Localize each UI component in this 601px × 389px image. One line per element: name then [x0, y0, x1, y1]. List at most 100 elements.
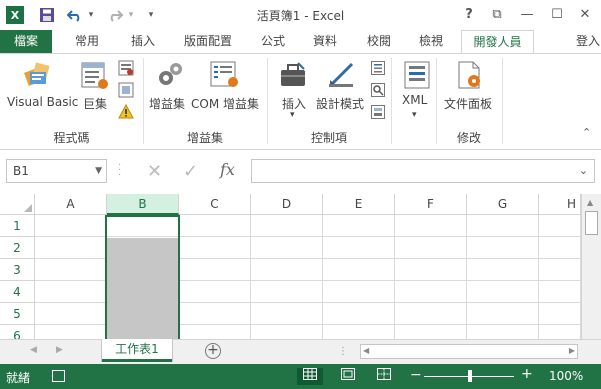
properties-icon[interactable]: [370, 60, 386, 79]
cell-g4[interactable]: [467, 281, 539, 303]
scroll-right-icon[interactable]: ▶: [569, 346, 575, 355]
row-header-3[interactable]: 3: [0, 259, 35, 281]
xml-icon[interactable]: [402, 60, 432, 93]
zoom-out-button[interactable]: −: [410, 367, 422, 383]
vertical-scroll-thumb[interactable]: [585, 211, 598, 235]
row-header-5[interactable]: 5: [0, 303, 35, 325]
scroll-up-icon[interactable]: ▲: [587, 198, 593, 207]
insert-controls-dropdown-icon[interactable]: ▾: [290, 110, 295, 120]
tab-view[interactable]: 檢視: [410, 30, 452, 54]
vertical-scrollbar[interactable]: ▲: [581, 194, 601, 339]
tab-file[interactable]: 檔案: [0, 30, 52, 54]
tab-review[interactable]: 校閱: [358, 30, 400, 54]
prev-sheet-icon[interactable]: ◀: [30, 345, 37, 355]
worksheet-grid[interactable]: A B C D E F G H 1 2 3 4 5 6 ▲: [0, 194, 601, 339]
column-header-b[interactable]: B: [107, 194, 179, 215]
tab-formulas[interactable]: 公式: [252, 30, 294, 54]
cell-g1[interactable]: [467, 215, 539, 237]
cell-g3[interactable]: [467, 259, 539, 281]
cell-c1[interactable]: [179, 215, 251, 237]
tab-page-layout[interactable]: 版面配置: [176, 30, 240, 54]
tab-split-handle[interactable]: ⋮: [338, 346, 348, 357]
column-header-e[interactable]: E: [323, 194, 395, 215]
relative-reference-icon[interactable]: [118, 82, 134, 101]
cell-c5[interactable]: [179, 303, 251, 325]
cell-h2[interactable]: [539, 237, 581, 259]
add-ins-icon[interactable]: [155, 60, 185, 93]
zoom-slider-thumb[interactable]: [468, 370, 472, 382]
sign-in-link[interactable]: 登入: [576, 30, 600, 52]
column-header-d[interactable]: D: [251, 194, 323, 215]
cell-a1[interactable]: [35, 215, 107, 237]
cell-g6[interactable]: [467, 325, 539, 339]
tab-home[interactable]: 常用: [66, 30, 108, 54]
design-mode-icon[interactable]: [326, 60, 356, 93]
cell-e1[interactable]: [323, 215, 395, 237]
design-mode-button[interactable]: 設計模式: [316, 95, 364, 112]
column-header-h[interactable]: H: [539, 194, 581, 215]
insert-function-icon[interactable]: fx: [220, 160, 235, 179]
close-button[interactable]: ✕: [574, 5, 596, 25]
record-macro-icon[interactable]: [118, 60, 134, 79]
document-panel-icon[interactable]: [454, 60, 484, 93]
page-break-view-button[interactable]: [371, 368, 397, 385]
cell-d3[interactable]: [251, 259, 323, 281]
row-header-4[interactable]: 4: [0, 281, 35, 303]
cell-d6[interactable]: [251, 325, 323, 339]
sheet-tab[interactable]: 工作表1: [102, 339, 172, 362]
horizontal-scrollbar[interactable]: ◀ ▶: [360, 344, 578, 359]
cell-a6[interactable]: [35, 325, 107, 339]
column-header-c[interactable]: C: [179, 194, 251, 215]
row-header-2[interactable]: 2: [0, 237, 35, 259]
column-header-g[interactable]: G: [467, 194, 539, 215]
zoom-level[interactable]: 100%: [549, 369, 583, 383]
cell-a4[interactable]: [35, 281, 107, 303]
add-ins-button[interactable]: 增益集: [149, 95, 185, 112]
run-dialog-icon[interactable]: [370, 104, 386, 123]
cell-e6[interactable]: [323, 325, 395, 339]
next-sheet-icon[interactable]: ▶: [56, 345, 63, 355]
page-layout-view-button[interactable]: [335, 368, 361, 385]
help-button[interactable]: ?: [458, 5, 480, 25]
tab-developer[interactable]: 開發人員: [461, 30, 534, 54]
cell-c6[interactable]: [179, 325, 251, 339]
cell-f2[interactable]: [395, 237, 467, 259]
select-all-button[interactable]: [0, 194, 35, 215]
cell-d5[interactable]: [251, 303, 323, 325]
com-add-ins-icon[interactable]: [209, 60, 241, 93]
cell-h1[interactable]: [539, 215, 581, 237]
maximize-button[interactable]: ☐: [546, 5, 568, 25]
cell-d4[interactable]: [251, 281, 323, 303]
cancel-icon[interactable]: ✕: [147, 161, 162, 182]
toolbox-icon[interactable]: [278, 60, 308, 93]
macro-security-icon[interactable]: [118, 103, 134, 123]
macros-icon[interactable]: [79, 60, 109, 93]
cell-d1[interactable]: [251, 215, 323, 237]
cell-a2[interactable]: [35, 237, 107, 259]
zoom-in-button[interactable]: +: [521, 366, 533, 382]
cell-g2[interactable]: [467, 237, 539, 259]
tab-insert[interactable]: 插入: [122, 30, 164, 54]
visual-basic-button[interactable]: Visual Basic: [7, 95, 78, 109]
cell-f3[interactable]: [395, 259, 467, 281]
cell-a5[interactable]: [35, 303, 107, 325]
cell-c4[interactable]: [179, 281, 251, 303]
cell-e3[interactable]: [323, 259, 395, 281]
cell-a3[interactable]: [35, 259, 107, 281]
com-add-ins-button[interactable]: COM 增益集: [191, 95, 259, 112]
cell-f6[interactable]: [395, 325, 467, 339]
cell-d2[interactable]: [251, 237, 323, 259]
cell-f5[interactable]: [395, 303, 467, 325]
cell-g5[interactable]: [467, 303, 539, 325]
cell-h6[interactable]: [539, 325, 581, 339]
cell-c3[interactable]: [179, 259, 251, 281]
collapse-ribbon-icon[interactable]: ⌃: [582, 126, 591, 139]
column-header-f[interactable]: F: [395, 194, 467, 215]
document-panel-button[interactable]: 文件面板: [444, 95, 492, 112]
row-header-1[interactable]: 1: [0, 215, 35, 237]
cell-e5[interactable]: [323, 303, 395, 325]
minimize-button[interactable]: —: [516, 5, 538, 25]
xml-button[interactable]: XML: [402, 93, 427, 107]
add-sheet-button[interactable]: +: [205, 343, 221, 359]
expand-formula-bar-icon[interactable]: ⌄: [579, 164, 588, 177]
